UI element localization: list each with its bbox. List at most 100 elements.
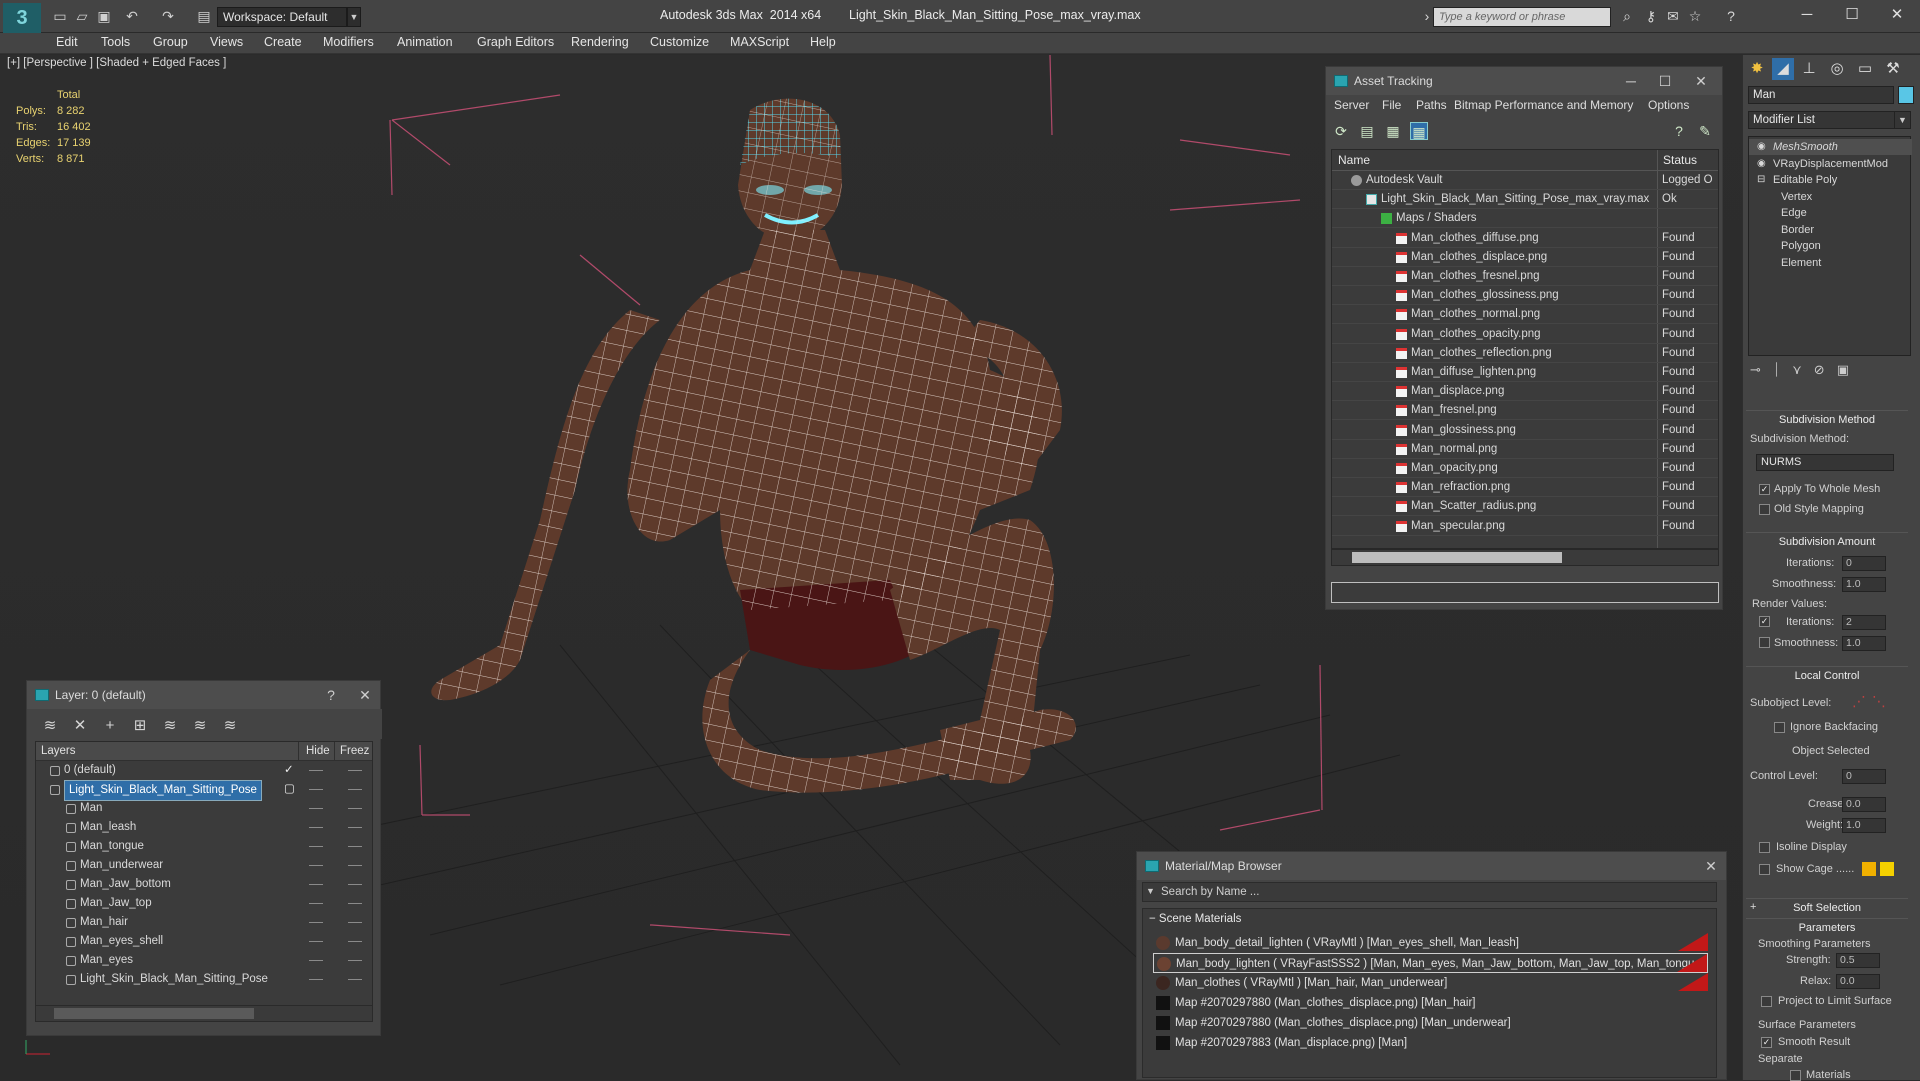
- create-tab-icon[interactable]: ✸: [1746, 58, 1768, 80]
- asset-row[interactable]: Man_normal.png Found: [1332, 440, 1718, 459]
- hide-toggle[interactable]: [309, 770, 323, 771]
- freeze-toggle[interactable]: [348, 903, 362, 904]
- binoculars-icon[interactable]: ⌕: [1618, 8, 1636, 25]
- key-icon[interactable]: ⚷: [1642, 8, 1660, 25]
- modifier-stack-item[interactable]: Edge: [1749, 205, 1912, 221]
- modifier-stack-item[interactable]: Polygon: [1749, 238, 1912, 254]
- vertex-subobject-icon[interactable]: ⋰: [1852, 693, 1866, 710]
- select-layer-icon[interactable]: ≋: [161, 717, 179, 735]
- remove-modifier-icon[interactable]: ⊘: [1814, 362, 1825, 380]
- freeze-toggle[interactable]: [348, 846, 362, 847]
- maximize-icon[interactable]: ☐: [1837, 3, 1867, 27]
- chevron-down-icon[interactable]: ▼: [1146, 886, 1155, 896]
- smooth-result-checkbox[interactable]: ✓: [1761, 1037, 1772, 1048]
- asset-hscrollbar[interactable]: [1331, 549, 1719, 566]
- collapse-icon[interactable]: ⊟: [1757, 172, 1765, 188]
- soft-selection-rollout[interactable]: Soft Selection: [1746, 901, 1908, 915]
- set-current-icon[interactable]: ≋: [191, 717, 209, 735]
- subdivision-method-select[interactable]: NURMS: [1756, 454, 1894, 471]
- asset-row[interactable]: Man_clothes_opacity.png Found: [1332, 325, 1718, 344]
- 3ds-max-logo-icon[interactable]: 3: [3, 3, 41, 33]
- layer-list[interactable]: Layers Hide Freez 0 (default) ✓ Light_Skin…: [35, 741, 373, 1009]
- column-header[interactable]: Hide: [306, 745, 330, 757]
- asset-menu-options[interactable]: Options: [1648, 98, 1689, 112]
- show-cage-checkbox[interactable]: [1759, 864, 1770, 875]
- object-name-field[interactable]: Man: [1748, 86, 1894, 104]
- select-objects-icon[interactable]: ⊞: [131, 717, 149, 735]
- scene-materials-section[interactable]: − Scene Materials: [1149, 913, 1241, 925]
- column-header[interactable]: Name: [1338, 153, 1370, 167]
- menu-tools[interactable]: Tools: [101, 35, 130, 49]
- communication-icon[interactable]: ✉: [1664, 8, 1682, 25]
- motion-tab-icon[interactable]: ◎: [1826, 58, 1848, 80]
- asset-tracking-window[interactable]: Asset Tracking ─ ☐ ✕ Server File Paths B…: [1325, 66, 1723, 610]
- render-smoothness-spinner[interactable]: 1.0: [1842, 636, 1886, 651]
- asset-row[interactable]: Man_opacity.png Found: [1332, 459, 1718, 478]
- menu-edit[interactable]: Edit: [56, 35, 78, 49]
- freeze-toggle[interactable]: [348, 979, 362, 980]
- local-control-rollout[interactable]: Local Control: [1746, 669, 1908, 683]
- layer-hscrollbar[interactable]: [35, 1005, 373, 1022]
- material-row[interactable]: Map #2070297880 (Man_clothes_displace.pn…: [1153, 993, 1708, 1013]
- strength-spinner[interactable]: 0.5: [1836, 953, 1880, 968]
- crease-spinner[interactable]: 0.0: [1842, 797, 1886, 812]
- hide-all-icon[interactable]: ≋: [221, 717, 239, 735]
- search-input[interactable]: Type a keyword or phrase: [1433, 7, 1611, 27]
- old-style-mapping-checkbox[interactable]: [1759, 504, 1770, 515]
- modifier-stack-item[interactable]: Vertex: [1749, 189, 1912, 205]
- freeze-toggle[interactable]: [348, 922, 362, 923]
- subdivision-amount-rollout[interactable]: Subdivision Amount: [1746, 535, 1908, 549]
- light-bulb-icon[interactable]: ◉: [1757, 139, 1766, 155]
- control-level-spinner[interactable]: 0: [1842, 769, 1886, 784]
- layer-row[interactable]: Man_eyes_shell: [36, 932, 372, 951]
- asset-row[interactable]: Man_Scatter_radius.png Found: [1332, 497, 1718, 517]
- layer-row[interactable]: Light_Skin_Black_Man_Sitting_Pose: [36, 970, 372, 989]
- material-row[interactable]: Man_body_detail_lighten ( VRayMtl ) [Man…: [1153, 933, 1708, 953]
- object-color-swatch[interactable]: [1898, 86, 1914, 104]
- column-header[interactable]: Layers: [41, 745, 76, 757]
- render-smoothness-checkbox[interactable]: [1759, 637, 1770, 648]
- show-end-result-icon[interactable]: ⏐: [1773, 362, 1780, 380]
- pin-stack-icon[interactable]: ⊸: [1750, 362, 1761, 380]
- relax-spinner[interactable]: 0.0: [1836, 974, 1880, 989]
- workspace-select[interactable]: Workspace: Default: [217, 7, 347, 27]
- asset-table[interactable]: Name Status Autodesk Vault Logged O Light_…: [1331, 149, 1719, 549]
- menu-modifiers[interactable]: Modifiers: [323, 35, 374, 49]
- material-list[interactable]: − Scene Materials Man_body_detail_lighte…: [1142, 908, 1717, 1078]
- freeze-toggle[interactable]: [348, 941, 362, 942]
- light-bulb-icon[interactable]: ◉: [1757, 156, 1766, 172]
- layer-row[interactable]: Man_Jaw_top: [36, 894, 372, 913]
- modifier-stack-item[interactable]: Border: [1749, 222, 1912, 238]
- freeze-toggle[interactable]: [348, 789, 362, 790]
- asset-row[interactable]: Light_Skin_Black_Man_Sitting_Pose_max_vr…: [1332, 190, 1718, 210]
- column-header[interactable]: Status: [1663, 153, 1697, 167]
- weight-spinner[interactable]: 1.0: [1842, 818, 1886, 833]
- asset-row[interactable]: Man_refraction.png Found: [1332, 478, 1718, 498]
- maximize-icon[interactable]: ☐: [1652, 67, 1678, 95]
- render-iterations-spinner[interactable]: 2: [1842, 615, 1886, 630]
- menu-help[interactable]: Help: [810, 35, 836, 49]
- freeze-toggle[interactable]: [348, 827, 362, 828]
- hide-toggle[interactable]: [309, 827, 323, 828]
- menu-maxscript[interactable]: MAXScript: [730, 35, 789, 49]
- new-file-icon[interactable]: ▭: [52, 8, 68, 24]
- close-icon[interactable]: ✕: [1882, 3, 1912, 27]
- hide-toggle[interactable]: [309, 922, 323, 923]
- menu-group[interactable]: Group: [153, 35, 188, 49]
- chevron-down-icon[interactable]: ▼: [1894, 111, 1911, 129]
- menu-customize[interactable]: Customize: [650, 35, 709, 49]
- isoline-display-checkbox[interactable]: [1759, 842, 1770, 853]
- asset-row[interactable]: Man_fresnel.png Found: [1332, 401, 1718, 421]
- menu-rendering[interactable]: Rendering: [571, 35, 629, 49]
- modifier-stack[interactable]: ◉ MeshSmooth ◉ VRayDisplacementMod ⊟ Editable…: [1748, 136, 1912, 356]
- hide-toggle[interactable]: [309, 808, 323, 809]
- chevron-down-icon[interactable]: ▼: [347, 7, 361, 27]
- hierarchy-tab-icon[interactable]: ⊥: [1798, 58, 1820, 80]
- ignore-backfacing-checkbox[interactable]: [1774, 722, 1785, 733]
- save-icon[interactable]: ▣: [96, 8, 112, 24]
- apply-whole-mesh-checkbox[interactable]: ✓: [1759, 484, 1770, 495]
- asset-menu-file[interactable]: File: [1382, 98, 1401, 112]
- hide-toggle[interactable]: [309, 789, 323, 790]
- material-row[interactable]: Man_clothes ( VRayMtl ) [Man_hair, Man_u…: [1153, 973, 1708, 993]
- menu-create[interactable]: Create: [264, 35, 302, 49]
